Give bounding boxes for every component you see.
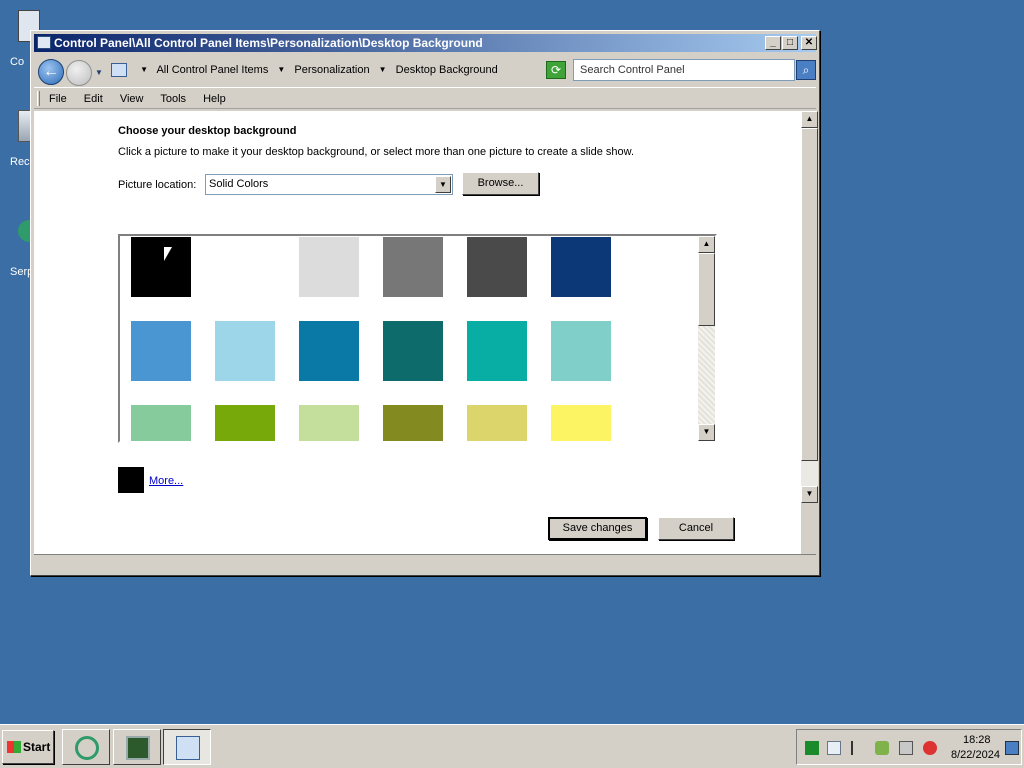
menu-bar: File Edit View Tools Help: [34, 87, 816, 109]
refresh-button[interactable]: ⟳: [546, 61, 566, 79]
breadcrumb-desktop-background[interactable]: Desktop Background: [396, 64, 498, 76]
window-scrollbar[interactable]: ▲ ▼: [801, 111, 818, 503]
color-swatch[interactable]: [467, 321, 527, 381]
breadcrumb-all-items[interactable]: All Control Panel Items: [156, 64, 268, 76]
serpent-icon: [75, 736, 99, 760]
color-swatch[interactable]: [215, 405, 275, 441]
scroll-up-button[interactable]: ▲: [801, 111, 818, 128]
taskbar-app-serpent[interactable]: [62, 729, 110, 765]
forward-button[interactable]: [66, 60, 92, 86]
picture-location-value: Solid Colors: [209, 178, 269, 190]
color-swatch[interactable]: [551, 237, 611, 297]
control-panel-window: Control Panel\All Control Panel Items\Pe…: [30, 30, 820, 576]
save-changes-button[interactable]: Save changes: [548, 517, 647, 540]
color-swatch[interactable]: [551, 321, 611, 381]
content-pane: Choose your desktop background Click a p…: [34, 111, 801, 554]
search-icon[interactable]: ⌕: [796, 60, 816, 80]
document-icon[interactable]: [827, 741, 841, 755]
cancel-button[interactable]: Cancel: [658, 517, 734, 540]
start-button[interactable]: Start: [2, 730, 54, 764]
title-bar[interactable]: Control Panel\All Control Panel Items\Pe…: [34, 34, 816, 52]
network-icon[interactable]: [899, 741, 913, 755]
more-link[interactable]: More...: [149, 475, 183, 487]
scroll-up-button[interactable]: ▲: [698, 236, 715, 253]
close-button[interactable]: ✕: [801, 36, 817, 50]
breadcrumb-personalization[interactable]: Personalization: [294, 64, 369, 76]
more-color-swatch[interactable]: [118, 467, 144, 493]
status-green-icon[interactable]: [805, 741, 819, 755]
menu-grip: [37, 91, 40, 106]
recent-pages-dropdown[interactable]: ▼: [95, 68, 103, 77]
terminal-icon: [126, 736, 150, 760]
taskbar: Start 18:28 8/22/2024: [0, 724, 1024, 768]
windows-logo-icon: [7, 741, 21, 753]
desktop-icon-label: Co: [10, 56, 25, 68]
color-swatch[interactable]: [383, 237, 443, 297]
clock-date[interactable]: 8/22/2024: [951, 749, 1000, 761]
color-swatch[interactable]: [467, 237, 527, 297]
color-swatch[interactable]: [131, 405, 191, 441]
menu-help[interactable]: Help: [203, 93, 226, 105]
chevron-down-icon[interactable]: ▼: [435, 176, 451, 193]
swatch-grid: [120, 236, 698, 441]
system-tray: 18:28 8/22/2024: [796, 729, 1022, 765]
page-description: Click a picture to make it your desktop …: [118, 146, 635, 158]
maximize-button[interactable]: □: [782, 36, 798, 50]
clock-time[interactable]: 18:28: [963, 734, 991, 746]
color-swatch[interactable]: [299, 321, 359, 381]
menu-edit[interactable]: Edit: [84, 93, 103, 105]
desktop-icon-label: Rec: [10, 156, 30, 168]
menu-tools[interactable]: Tools: [160, 93, 186, 105]
color-swatch[interactable]: [467, 405, 527, 441]
show-desktop-icon[interactable]: [1005, 741, 1019, 755]
window-title: Control Panel\All Control Panel Items\Pe…: [54, 36, 483, 50]
picture-location-select[interactable]: Solid Colors ▼: [205, 174, 453, 195]
page-title: Choose your desktop background: [118, 125, 297, 137]
color-swatch[interactable]: [383, 405, 443, 441]
color-swatch[interactable]: [215, 237, 275, 297]
volume-muted-icon[interactable]: [923, 741, 937, 755]
taskbar-app-control-panel[interactable]: [163, 729, 211, 765]
picture-location-label: Picture location:: [118, 179, 197, 191]
start-label: Start: [23, 740, 51, 754]
color-swatch[interactable]: [131, 321, 191, 381]
control-panel-icon: [111, 63, 127, 78]
menu-file[interactable]: File: [49, 93, 67, 105]
color-swatch[interactable]: [551, 405, 611, 441]
control-panel-icon: [176, 736, 200, 760]
security-shield-icon[interactable]: [875, 741, 889, 755]
chevron-down-icon[interactable]: ▼: [379, 65, 387, 74]
chevron-down-icon[interactable]: ▼: [277, 65, 285, 74]
chevron-down-icon[interactable]: ▼: [140, 65, 148, 74]
scroll-thumb[interactable]: [698, 253, 715, 326]
taskbar-app-terminal[interactable]: [113, 729, 161, 765]
flag-icon[interactable]: [851, 741, 865, 755]
control-panel-icon: [37, 36, 51, 49]
scroll-down-button[interactable]: ▼: [698, 424, 715, 441]
color-swatch[interactable]: [131, 237, 191, 297]
mouse-cursor: [164, 247, 172, 261]
address-bar[interactable]: ▼ All Control Panel Items ▼ Personalizat…: [105, 59, 575, 81]
color-swatch[interactable]: [215, 321, 275, 381]
color-swatch[interactable]: [383, 321, 443, 381]
color-swatch[interactable]: [299, 237, 359, 297]
navigation-bar: ← ▼ ▼ All Control Panel Items ▼ Personal…: [34, 55, 816, 86]
scroll-thumb[interactable]: [801, 128, 818, 461]
color-gallery: ▲ ▼: [118, 234, 717, 443]
scroll-down-button[interactable]: ▼: [801, 486, 818, 503]
browse-button[interactable]: Browse...: [462, 172, 539, 195]
status-bar: [34, 554, 816, 572]
minimize-button[interactable]: _: [765, 36, 781, 50]
gallery-scrollbar[interactable]: ▲ ▼: [698, 236, 715, 441]
color-swatch[interactable]: [299, 405, 359, 441]
search-input[interactable]: Search Control Panel: [573, 59, 795, 81]
menu-view[interactable]: View: [120, 93, 144, 105]
back-button[interactable]: ←: [38, 59, 64, 85]
